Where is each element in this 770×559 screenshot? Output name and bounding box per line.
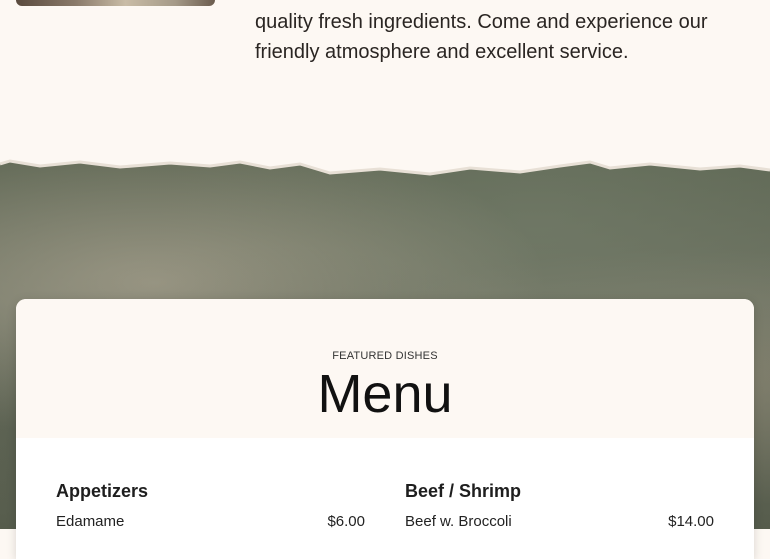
- menu-card: FEATURED DISHES Menu Appetizers Edamame …: [16, 299, 754, 559]
- menu-title: Menu: [317, 364, 453, 424]
- about-image: [16, 0, 215, 6]
- about-text-line-1: quality fresh ingredients. Come and expe…: [255, 11, 708, 33]
- menu-item-price: $14.00: [668, 513, 714, 530]
- category-heading-appetizers: Appetizers: [56, 481, 149, 501]
- torn-paper-edge: [0, 150, 770, 176]
- menu-item-name: Beef w. Broccoli: [405, 513, 512, 530]
- about-description: quality fresh ingredients. Come and expe…: [255, 0, 750, 67]
- menu-item-name: Edamame: [56, 513, 125, 530]
- menu-eyebrow: FEATURED DISHES: [332, 350, 438, 362]
- menu-item-price: $6.00: [327, 513, 365, 530]
- about-text-line-2: friendly atmosphere and excellent servic…: [255, 41, 629, 63]
- category-heading-beef-shrimp: Beef / Shrimp: [405, 481, 522, 501]
